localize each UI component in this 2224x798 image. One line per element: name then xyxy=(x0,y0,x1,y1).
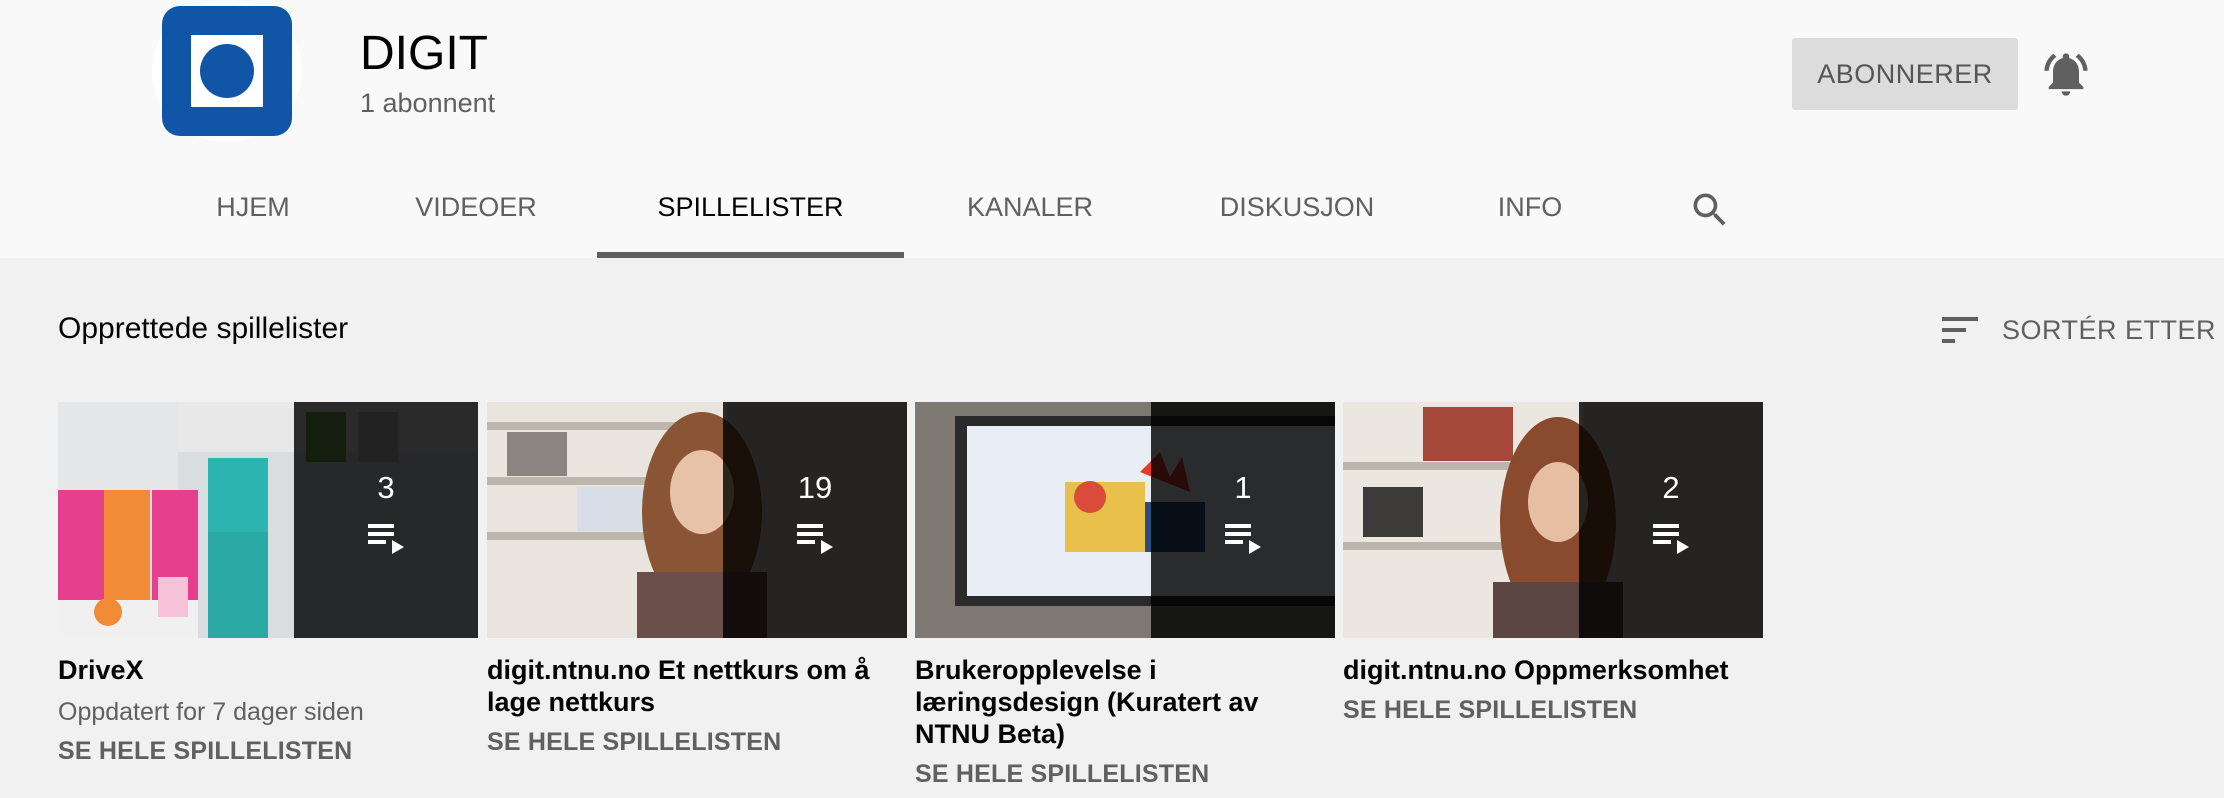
sort-label: SORTÉR ETTER xyxy=(2002,314,2217,345)
playlist-thumbnail[interactable]: 19 xyxy=(487,402,907,638)
playlist-card: 3 DriveX Oppdatert for 7 dager siden SE … xyxy=(58,402,478,766)
tab-playlists[interactable]: SPILLELISTER xyxy=(597,170,904,258)
playlist-icon xyxy=(797,524,833,554)
tab-label: DISKUSJON xyxy=(1219,192,1375,222)
playlist-overlay: 1 xyxy=(1151,402,1335,638)
playlist-title[interactable]: digit.ntnu.no Oppmerksomhet xyxy=(1343,654,1763,686)
playlist-overlay: 3 xyxy=(294,402,478,638)
ntnu-logo xyxy=(162,6,292,136)
bell-icon[interactable] xyxy=(2040,48,2092,100)
video-count: 1 xyxy=(1234,470,1252,505)
subscriber-count: 1 abonnent xyxy=(360,88,496,118)
playlist-thumbnail[interactable]: 2 xyxy=(1343,402,1763,638)
tab-label: VIDEOER xyxy=(415,192,537,222)
view-full-playlist-link[interactable]: SE HELE SPILLELISTEN xyxy=(487,728,907,757)
search-icon[interactable] xyxy=(1688,188,1732,232)
tab-channels[interactable]: KANALER xyxy=(962,170,1098,258)
channel-header: DIGIT 1 abonnent ABONNERER HJEM VIDEOER … xyxy=(0,0,2224,258)
view-full-playlist-link[interactable]: SE HELE SPILLELISTEN xyxy=(915,760,1335,789)
playlist-updated: Oppdatert for 7 dager siden xyxy=(58,698,364,726)
channel-avatar[interactable] xyxy=(152,0,302,142)
video-count: 3 xyxy=(377,470,395,505)
tab-videos[interactable]: VIDEOER xyxy=(410,170,542,258)
playlist-card: 2 digit.ntnu.no Oppmerksomhet SE HELE SP… xyxy=(1343,402,1763,725)
playlist-title[interactable]: Brukeropplevelse i læringsdesign (Kurate… xyxy=(915,654,1335,750)
video-count: 19 xyxy=(797,470,833,505)
sort-button[interactable]: SORTÉR ETTER xyxy=(1940,308,2216,352)
video-count: 2 xyxy=(1662,470,1680,505)
playlist-card: 1 Brukeropplevelse i læringsdesign (Kura… xyxy=(915,402,1335,789)
playlist-thumbnail[interactable]: 1 xyxy=(915,402,1335,638)
tab-label: KANALER xyxy=(966,192,1094,222)
tab-label: HJEM xyxy=(216,192,290,222)
tab-discussion[interactable]: DISKUSJON xyxy=(1218,170,1376,258)
tab-label: SPILLELISTER xyxy=(657,192,844,222)
playlist-icon xyxy=(368,524,404,554)
playlist-title[interactable]: digit.ntnu.no Et nettkurs om å lage nett… xyxy=(487,654,907,718)
section-title: Opprettede spillelister xyxy=(58,312,349,345)
view-full-playlist-link[interactable]: SE HELE SPILLELISTEN xyxy=(1343,696,1763,725)
tab-about[interactable]: INFO xyxy=(1496,170,1564,258)
playlist-overlay: 2 xyxy=(1579,402,1763,638)
playlist-card: 19 digit.ntnu.no Et nettkurs om å lage n… xyxy=(487,402,907,757)
playlist-icon xyxy=(1225,524,1261,554)
playlist-overlay: 19 xyxy=(723,402,907,638)
tab-home[interactable]: HJEM xyxy=(206,170,300,258)
subscribe-button[interactable]: ABONNERER xyxy=(1792,38,2018,110)
playlist-title[interactable]: DriveX xyxy=(58,654,478,686)
channel-name: DIGIT xyxy=(360,27,488,80)
tab-label: INFO xyxy=(1497,192,1563,222)
view-full-playlist-link[interactable]: SE HELE SPILLELISTEN xyxy=(58,737,478,766)
playlist-thumbnail[interactable]: 3 xyxy=(58,402,478,638)
sort-icon xyxy=(1942,317,1978,343)
playlist-icon xyxy=(1653,524,1689,554)
